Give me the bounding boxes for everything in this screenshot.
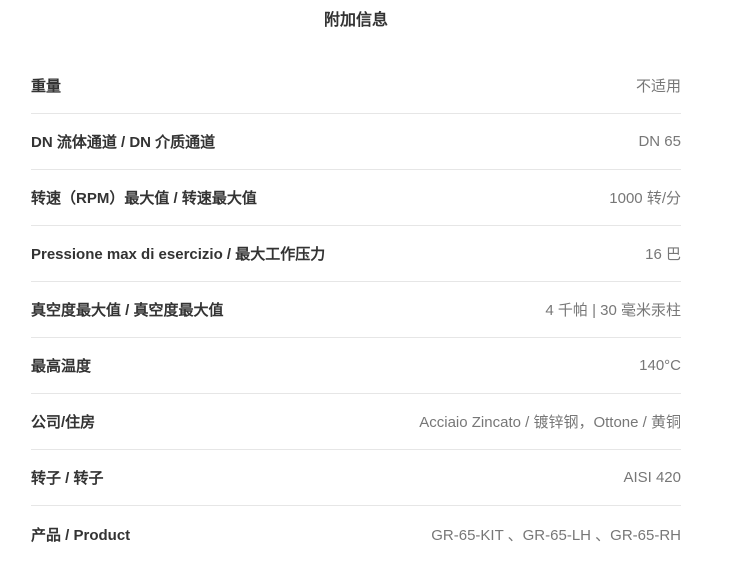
table-row-rotor: 转子 / 转子 AISI 420 (31, 450, 681, 506)
row-value: AISI 420 (623, 469, 681, 486)
row-label: 转速（RPM）最大值 / 转速最大值 (31, 190, 257, 207)
row-value: 16 巴 (645, 246, 681, 263)
table-row-housing: 公司/住房 Acciaio Zincato / 镀锌钢，Ottone / 黄铜 (31, 394, 681, 450)
table-row-pressure: Pressione max di esercizio / 最大工作压力 16 巴 (31, 226, 681, 282)
row-value: 1000 转/分 (609, 190, 681, 207)
row-value: 4 千帕 | 30 毫米汞柱 (545, 302, 681, 319)
row-label: 真空度最大值 / 真空度最大值 (31, 302, 224, 319)
row-label: 转子 / 转子 (31, 470, 104, 487)
table-row-dn: DN 流体通道 / DN 介质通道 DN 65 (31, 114, 681, 170)
row-label: 重量 (31, 78, 62, 95)
table-row-vacuum: 真空度最大值 / 真空度最大值 4 千帕 | 30 毫米汞柱 (31, 282, 681, 338)
row-label: 公司/住房 (31, 414, 96, 431)
row-label: Pressione max di esercizio / 最大工作压力 (31, 246, 326, 263)
row-value: 不适用 (635, 78, 681, 95)
row-value: 140°C (639, 357, 681, 374)
table-row-rpm: 转速（RPM）最大值 / 转速最大值 1000 转/分 (31, 170, 681, 226)
row-value: Acciaio Zincato / 镀锌钢，Ottone / 黄铜 (419, 414, 681, 431)
row-label: 最高温度 (31, 358, 92, 375)
row-label: DN 流体通道 / DN 介质通道 (31, 134, 216, 151)
table-row-weight: 重量 不适用 (31, 58, 681, 114)
row-value: GR-65-KIT 、GR-65-LH 、GR-65-RH (431, 526, 681, 544)
additional-info-title[interactable]: 附加信息 (0, 10, 712, 32)
additional-info-table: 重量 不适用 DN 流体通道 / DN 介质通道 DN 65 转速（RPM）最大… (31, 58, 681, 562)
row-label: 产品 / Product (31, 526, 131, 544)
table-row-product: 产品 / Product GR-65-KIT 、GR-65-LH 、GR-65-… (31, 506, 681, 562)
table-row-temperature: 最高温度 140°C (31, 338, 681, 394)
row-value: DN 65 (638, 133, 681, 150)
